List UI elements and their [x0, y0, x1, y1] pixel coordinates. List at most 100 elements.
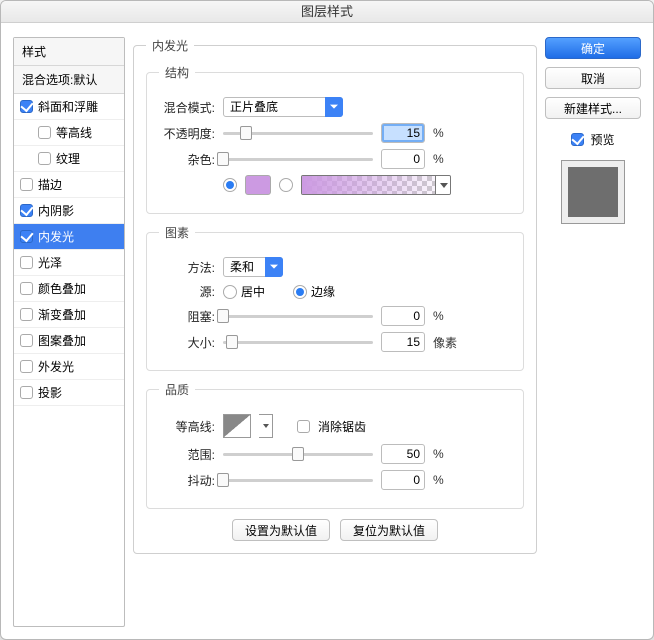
style-row[interactable]: 纹理 — [14, 146, 124, 172]
style-label: 光泽 — [38, 254, 62, 271]
technique-select-wrap: 柔和 — [223, 257, 283, 277]
style-label: 纹理 — [56, 150, 80, 167]
jitter-unit: % — [433, 473, 461, 487]
style-checkbox[interactable] — [20, 100, 33, 113]
structure-group: 结构 混合模式: 正片叠底 不透明度: % — [146, 64, 524, 214]
reset-default-button[interactable]: 复位为默认值 — [340, 519, 438, 541]
range-input[interactable] — [381, 444, 425, 464]
range-unit: % — [433, 447, 461, 461]
blend-mode-select-wrap: 正片叠底 — [223, 97, 343, 117]
style-row[interactable]: 斜面和浮雕 — [14, 94, 124, 120]
style-row[interactable]: 颜色叠加 — [14, 276, 124, 302]
contour-dropdown-icon[interactable] — [259, 414, 273, 438]
style-label: 外发光 — [38, 358, 74, 375]
style-checkbox[interactable] — [20, 386, 33, 399]
style-row[interactable]: 内发光 — [14, 224, 124, 250]
color-radio[interactable] — [223, 178, 237, 192]
size-label: 大小: — [159, 334, 215, 351]
style-checkbox[interactable] — [20, 360, 33, 373]
ok-button[interactable]: 确定 — [545, 37, 641, 59]
style-checkbox[interactable] — [20, 178, 33, 191]
color-swatch[interactable] — [245, 175, 271, 195]
style-checkbox[interactable] — [20, 256, 33, 269]
style-row[interactable]: 投影 — [14, 380, 124, 406]
noise-unit: % — [433, 152, 461, 166]
choke-slider[interactable] — [223, 309, 373, 323]
style-checkbox[interactable] — [38, 152, 51, 165]
noise-input[interactable] — [381, 149, 425, 169]
quality-title: 品质 — [159, 381, 195, 398]
style-label: 内阴影 — [38, 202, 74, 219]
contour-label: 等高线: — [159, 418, 215, 435]
antialias-checkbox[interactable] — [297, 420, 310, 433]
style-row[interactable]: 渐变叠加 — [14, 302, 124, 328]
choke-input[interactable] — [381, 306, 425, 326]
noise-slider[interactable] — [223, 152, 373, 166]
contour-picker[interactable] — [223, 414, 251, 438]
group-title: 内发光 — [146, 37, 194, 54]
jitter-label: 抖动: — [159, 472, 215, 489]
technique-select[interactable]: 柔和 — [223, 257, 283, 277]
range-label: 范围: — [159, 446, 215, 463]
new-style-button[interactable]: 新建样式... — [545, 97, 641, 119]
style-row[interactable]: 等高线 — [14, 120, 124, 146]
gradient-picker[interactable] — [301, 175, 451, 195]
style-checkbox[interactable] — [20, 204, 33, 217]
style-label: 等高线 — [56, 124, 92, 141]
antialias-label: 消除锯齿 — [318, 418, 366, 435]
style-row[interactable]: 内阴影 — [14, 198, 124, 224]
opacity-unit: % — [433, 126, 461, 140]
choke-unit: % — [433, 309, 461, 323]
size-slider[interactable] — [223, 335, 373, 349]
blend-mode-select[interactable]: 正片叠底 — [223, 97, 343, 117]
style-label: 颜色叠加 — [38, 280, 86, 297]
preview-swatch — [561, 160, 625, 224]
styles-sidebar: 样式 混合选项:默认 斜面和浮雕等高线纹理描边内阴影内发光光泽颜色叠加渐变叠加图… — [13, 37, 125, 627]
style-checkbox[interactable] — [20, 334, 33, 347]
source-edge-radio[interactable]: 边缘 — [293, 283, 335, 300]
styles-header[interactable]: 样式 — [14, 38, 124, 66]
preview-checkbox[interactable] — [571, 133, 584, 146]
dialog-actions: 确定 取消 新建样式... 预览 — [545, 37, 641, 627]
style-label: 描边 — [38, 176, 62, 193]
style-label: 图案叠加 — [38, 332, 86, 349]
style-row[interactable]: 图案叠加 — [14, 328, 124, 354]
jitter-input[interactable] — [381, 470, 425, 490]
technique-label: 方法: — [159, 259, 215, 276]
size-input[interactable] — [381, 332, 425, 352]
opacity-slider[interactable] — [223, 126, 373, 140]
blend-options-header[interactable]: 混合选项:默认 — [14, 66, 124, 94]
noise-label: 杂色: — [159, 151, 215, 168]
size-unit: 像素 — [433, 334, 461, 351]
preview-label: 预览 — [590, 131, 614, 148]
style-checkbox[interactable] — [20, 230, 33, 243]
style-row[interactable]: 描边 — [14, 172, 124, 198]
quality-group: 品质 等高线: 消除锯齿 范围: % 抖 — [146, 381, 524, 509]
layer-style-dialog: 图层样式 样式 混合选项:默认 斜面和浮雕等高线纹理描边内阴影内发光光泽颜色叠加… — [0, 0, 654, 640]
jitter-slider[interactable] — [223, 473, 373, 487]
style-row[interactable]: 光泽 — [14, 250, 124, 276]
choke-label: 阻塞: — [159, 308, 215, 325]
style-checkbox[interactable] — [20, 308, 33, 321]
range-slider[interactable] — [223, 447, 373, 461]
gradient-radio[interactable] — [279, 178, 293, 192]
dialog-content: 样式 混合选项:默认 斜面和浮雕等高线纹理描边内阴影内发光光泽颜色叠加渐变叠加图… — [1, 23, 653, 639]
blend-mode-label: 混合模式: — [159, 99, 215, 116]
make-default-button[interactable]: 设置为默认值 — [232, 519, 330, 541]
structure-title: 结构 — [159, 64, 195, 81]
style-checkbox[interactable] — [38, 126, 51, 139]
style-label: 内发光 — [38, 228, 74, 245]
opacity-label: 不透明度: — [159, 125, 215, 142]
style-checkbox[interactable] — [20, 282, 33, 295]
window-title: 图层样式 — [1, 1, 653, 23]
cancel-button[interactable]: 取消 — [545, 67, 641, 89]
source-label: 源: — [159, 283, 215, 300]
source-center-radio[interactable]: 居中 — [223, 283, 265, 300]
inner-glow-group: 内发光 结构 混合模式: 正片叠底 不透明度: — [133, 37, 537, 554]
style-label: 斜面和浮雕 — [38, 98, 98, 115]
style-row[interactable]: 外发光 — [14, 354, 124, 380]
elements-group: 图素 方法: 柔和 源: 居中 边缘 — [146, 224, 524, 371]
opacity-input[interactable] — [381, 123, 425, 143]
style-label: 投影 — [38, 384, 62, 401]
effect-settings: 内发光 结构 混合模式: 正片叠底 不透明度: — [133, 37, 537, 627]
